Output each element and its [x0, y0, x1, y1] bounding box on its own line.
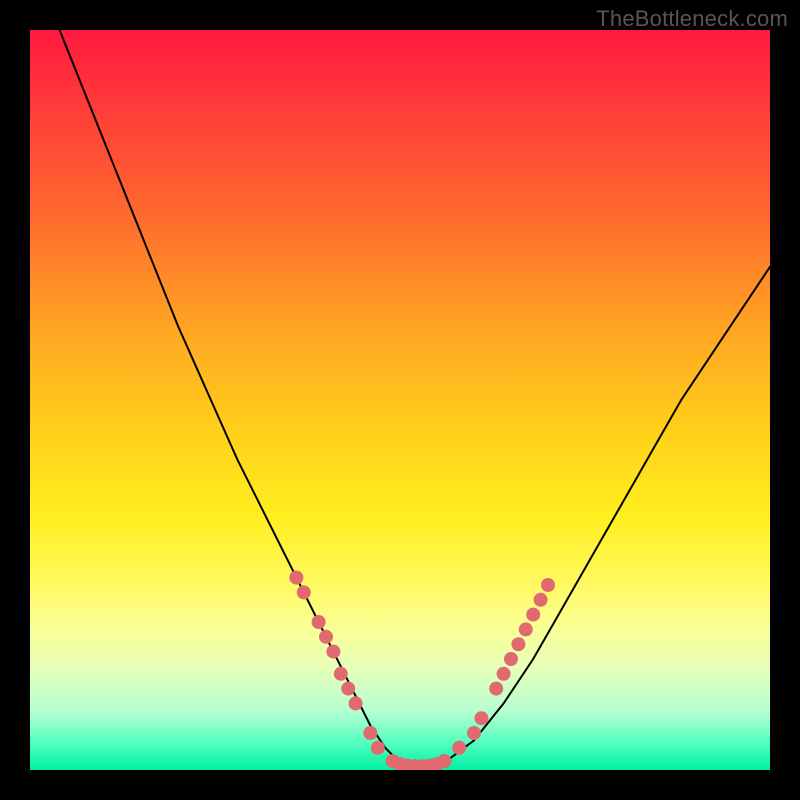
watermark-text: TheBottleneck.com — [596, 6, 788, 32]
curve-marker — [489, 682, 503, 696]
curve-marker — [371, 741, 385, 755]
curve-marker — [519, 622, 533, 636]
curve-marker — [452, 741, 466, 755]
plot-area — [30, 30, 770, 770]
curve-marker — [511, 637, 525, 651]
curve-marker — [349, 696, 363, 710]
curve-markers — [289, 571, 555, 770]
curve-marker — [334, 667, 348, 681]
curve-marker — [504, 652, 518, 666]
curve-marker — [319, 630, 333, 644]
curve-marker — [312, 615, 326, 629]
curve-marker — [526, 608, 540, 622]
curve-marker — [541, 578, 555, 592]
curve-marker — [467, 726, 481, 740]
curve-marker — [289, 571, 303, 585]
curve-marker — [363, 726, 377, 740]
curve-marker — [474, 711, 488, 725]
curve-marker — [297, 585, 311, 599]
bottleneck-curve-svg — [30, 30, 770, 770]
curve-marker — [326, 645, 340, 659]
curve-marker — [534, 593, 548, 607]
curve-marker — [341, 682, 355, 696]
chart-frame: TheBottleneck.com — [0, 0, 800, 800]
curve-marker — [497, 667, 511, 681]
curve-marker — [437, 754, 451, 768]
bottleneck-curve-path — [60, 30, 770, 770]
